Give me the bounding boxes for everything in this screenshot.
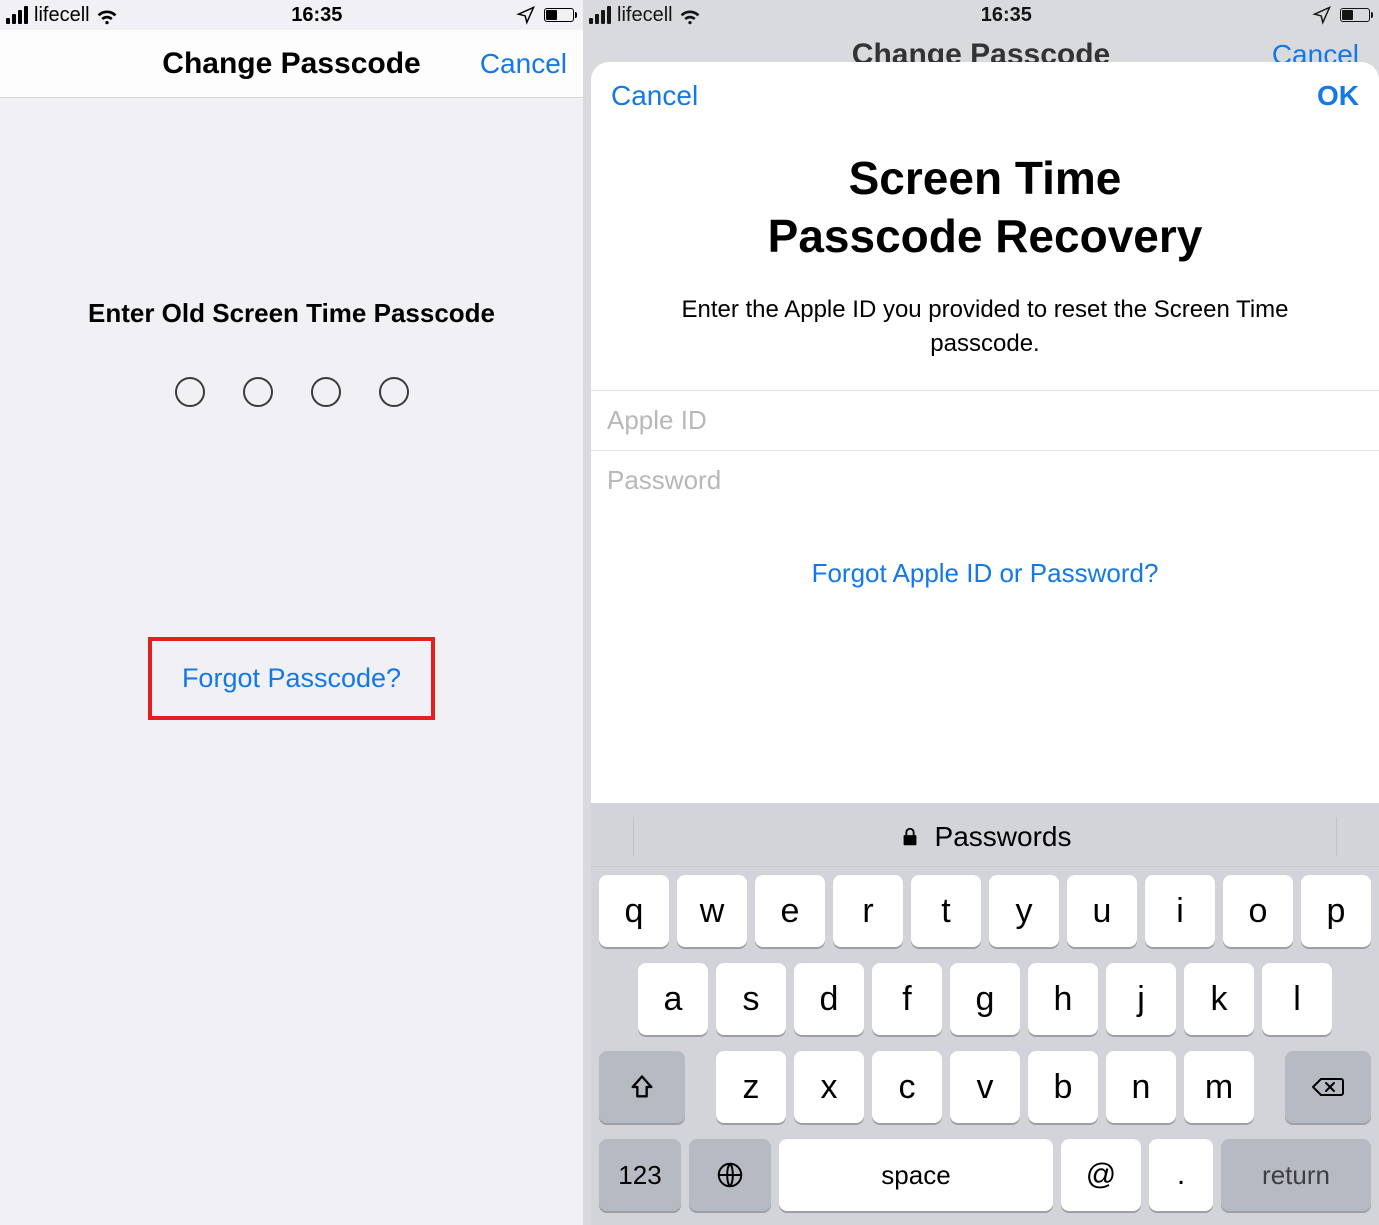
location-icon [516, 5, 536, 25]
nav-title: Change Passcode [162, 47, 420, 81]
screen-change-passcode: lifecell 16:35 Change Passcode Cancel En… [0, 0, 583, 1225]
letter-key-j[interactable]: j [1106, 963, 1176, 1035]
carrier-label: lifecell [617, 4, 673, 27]
letter-key-d[interactable]: d [794, 963, 864, 1035]
letter-key-r[interactable]: r [833, 875, 903, 947]
letter-key-y[interactable]: y [989, 875, 1059, 947]
location-icon [1312, 5, 1332, 25]
recovery-sheet: Cancel OK Screen Time Passcode Recovery … [591, 62, 1379, 1225]
letter-key-h[interactable]: h [1028, 963, 1098, 1035]
letter-key-g[interactable]: g [950, 963, 1020, 1035]
passcode-dot [379, 377, 409, 407]
letter-key-s[interactable]: s [716, 963, 786, 1035]
nav-bar: Change Passcode Cancel [0, 30, 583, 98]
letter-key-p[interactable]: p [1301, 875, 1371, 947]
password-field[interactable] [607, 465, 1363, 496]
letter-key-b[interactable]: b [1028, 1051, 1098, 1123]
letter-key-f[interactable]: f [872, 963, 942, 1035]
passcode-dot [311, 377, 341, 407]
letter-key-m[interactable]: m [1184, 1051, 1254, 1123]
letter-key-k[interactable]: k [1184, 963, 1254, 1035]
letter-key-w[interactable]: w [677, 875, 747, 947]
keyboard[interactable]: Passwords qwertyuiop asdfghjkl zxcvbnm 1… [591, 803, 1379, 1225]
letter-key-e[interactable]: e [755, 875, 825, 947]
letter-key-x[interactable]: x [794, 1051, 864, 1123]
cancel-button[interactable]: Cancel [480, 48, 567, 80]
letter-key-o[interactable]: o [1223, 875, 1293, 947]
sheet-cancel-button[interactable]: Cancel [611, 80, 698, 112]
passcode-dot [175, 377, 205, 407]
backspace-key[interactable] [1285, 1051, 1371, 1123]
letter-key-q[interactable]: q [599, 875, 669, 947]
letter-key-n[interactable]: n [1106, 1051, 1176, 1123]
screen-passcode-recovery: lifecell 16:35 Change Passcode Cancel Ca… [583, 0, 1379, 1225]
numeric-key[interactable]: 123 [599, 1139, 681, 1211]
passcode-dot [243, 377, 273, 407]
carrier-label: lifecell [34, 4, 90, 27]
sheet-title: Screen Time Passcode Recovery [591, 130, 1379, 275]
cellular-signal-icon [589, 6, 611, 24]
letter-key-z[interactable]: z [716, 1051, 786, 1123]
cellular-signal-icon [6, 6, 28, 24]
letter-key-t[interactable]: t [911, 875, 981, 947]
shift-key[interactable] [599, 1051, 685, 1123]
status-bar: lifecell 16:35 [0, 0, 583, 30]
passcode-input[interactable] [0, 377, 583, 407]
keyboard-suggestion-bar[interactable]: Passwords [591, 807, 1379, 867]
sheet-ok-button[interactable]: OK [1317, 80, 1359, 112]
sheet-subtitle: Enter the Apple ID you provided to reset… [591, 275, 1379, 390]
letter-key-u[interactable]: u [1067, 875, 1137, 947]
forgot-passcode-link[interactable]: Forgot Passcode? [182, 663, 401, 694]
wifi-icon [679, 4, 701, 26]
wifi-icon [96, 4, 118, 26]
letter-key-l[interactable]: l [1262, 963, 1332, 1035]
keyboard-suggestion[interactable]: Passwords [935, 821, 1072, 853]
battery-icon [544, 8, 577, 22]
at-key[interactable]: @ [1061, 1139, 1141, 1211]
forgot-apple-id-link[interactable]: Forgot Apple ID or Password? [591, 558, 1379, 589]
passcode-prompt: Enter Old Screen Time Passcode [0, 298, 583, 329]
status-time: 16:35 [291, 4, 342, 27]
battery-icon [1340, 8, 1373, 22]
return-key[interactable]: return [1221, 1139, 1371, 1211]
space-key[interactable]: space [779, 1139, 1053, 1211]
globe-key[interactable] [689, 1139, 771, 1211]
letter-key-i[interactable]: i [1145, 875, 1215, 947]
period-key[interactable]: . [1149, 1139, 1213, 1211]
highlight-box: Forgot Passcode? [148, 637, 435, 720]
letter-key-a[interactable]: a [638, 963, 708, 1035]
apple-id-field[interactable] [607, 405, 1363, 436]
status-time: 16:35 [981, 4, 1032, 27]
key-icon [899, 823, 921, 851]
letter-key-v[interactable]: v [950, 1051, 1020, 1123]
letter-key-c[interactable]: c [872, 1051, 942, 1123]
status-bar: lifecell 16:35 [583, 0, 1379, 30]
